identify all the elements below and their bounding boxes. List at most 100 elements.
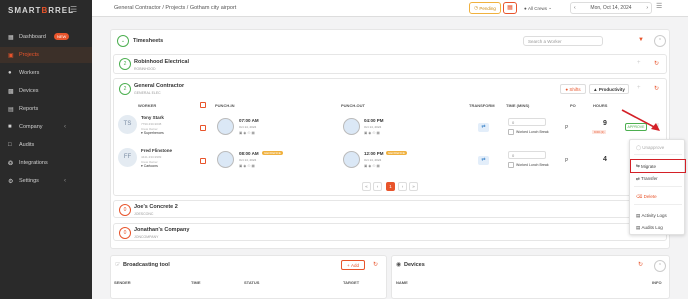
report-icon: ▤	[8, 106, 14, 113]
punch-out-photo[interactable]	[343, 151, 360, 168]
breadcrumb-item[interactable]: General Contractor	[114, 5, 161, 11]
company-row[interactable]: 0 Jonathan's Company JONCOMPANY	[113, 223, 667, 241]
worker-crew: ▾ Cartoons	[141, 164, 158, 168]
menu-item-activity-logs[interactable]: ▤ Activity Logs	[630, 210, 686, 221]
search-worker-input[interactable]: Search a Worker	[523, 36, 603, 46]
transform-icon: ⇄	[481, 157, 486, 163]
company-row[interactable]: 0 Joe's Concrete 2 JOESCONC	[113, 200, 667, 218]
menu-item-audits-log[interactable]: ▤ Audits Log	[630, 222, 686, 233]
pagination-prev[interactable]: «	[362, 182, 371, 191]
building-icon: ■	[8, 124, 12, 130]
punch-out-photo[interactable]	[343, 118, 360, 135]
hours-detail: 9:00 (1)	[592, 130, 607, 134]
time-input[interactable]: 0	[508, 151, 546, 159]
time-input[interactable]: 0	[508, 118, 546, 126]
worker-name[interactable]: Fred Flinstone	[141, 148, 172, 153]
lunch-checkbox[interactable]	[508, 129, 514, 135]
transform-button[interactable]: ⇄	[478, 156, 489, 165]
chevron-left-icon: ‹	[64, 124, 66, 130]
column-name: NAME	[396, 280, 408, 285]
refresh-icon[interactable]: ↻	[654, 85, 659, 92]
collapse-up-icon[interactable]: ⌃	[654, 260, 666, 272]
add-icon[interactable]: +	[637, 85, 641, 91]
divider	[634, 186, 682, 187]
sidebar-item-workers[interactable]: ● Workers	[0, 65, 92, 81]
company-section: 2 General Contractor GENERAL ELEC ● Shif…	[113, 78, 667, 196]
count-badge: 2	[119, 83, 131, 95]
punch-in-photo[interactable]	[217, 118, 234, 135]
refresh-icon[interactable]: ↻	[654, 60, 659, 67]
company-code: ROBINHOOD	[134, 67, 156, 71]
breadcrumb: General Contractor / Projects / Gotham c…	[114, 5, 237, 11]
sidebar-item-integrations[interactable]: ❂ Integrations	[0, 155, 92, 171]
sidebar-item-company[interactable]: ■ Company ‹	[0, 119, 92, 135]
refresh-icon[interactable]: ↻	[638, 261, 643, 268]
filter-icon[interactable]: ▼	[638, 37, 644, 43]
punch-in-photo[interactable]	[217, 151, 234, 168]
productivity-button[interactable]: ▲ Productivity	[589, 84, 629, 94]
pagination-prev-one[interactable]: ‹	[373, 182, 382, 191]
annotation-arrow	[621, 109, 660, 131]
breadcrumb-item[interactable]: Projects	[165, 5, 185, 11]
add-icon[interactable]: +	[637, 60, 641, 66]
refresh-icon[interactable]: ↻	[373, 261, 378, 268]
punch-in-time: 08:00 AM	[239, 151, 259, 156]
sidebar-item-projects[interactable]: ▣ Projects	[0, 47, 92, 63]
filter-icon[interactable]: ☰	[656, 2, 662, 10]
shifts-button[interactable]: ● Shifts	[560, 84, 586, 94]
calendar-button[interactable]: ▦	[503, 2, 517, 14]
devices-panel: ◉ Devices ↻ ⌃ NAME INFO	[391, 255, 670, 299]
column-info: INFO	[652, 280, 662, 285]
count-badge: 2	[119, 58, 131, 70]
count-badge: 0	[119, 227, 131, 239]
date-selector[interactable]: ‹ Mon, Oct 14, 2024 ›	[570, 2, 652, 14]
menu-item-transfer[interactable]: ⇄ Transfer	[630, 173, 686, 184]
pagination-next[interactable]: »	[409, 182, 418, 191]
lunch-label: Worked Lunch Break	[516, 163, 549, 167]
lunch-checkbox[interactable]	[508, 162, 514, 168]
collapse-icon[interactable]: ⌄	[117, 35, 129, 47]
menu-item-delete[interactable]: ⌫ Delete	[630, 191, 686, 202]
add-broadcast-button[interactable]: + Add	[341, 260, 365, 270]
worker-phone: 7790-330-9038	[141, 122, 162, 126]
device-icon: ◉	[396, 262, 402, 268]
next-day-icon[interactable]: ›	[646, 5, 648, 11]
sidebar-item-devices[interactable]: ▩ Devices	[0, 83, 92, 99]
row-checkbox[interactable]	[200, 158, 206, 164]
chevron-left-icon: ‹	[64, 178, 66, 184]
column-status: STATUS	[244, 280, 260, 285]
geofence-badge: GEOFENCE	[386, 151, 407, 155]
row-checkbox[interactable]	[200, 125, 206, 131]
count-badge: 0	[119, 204, 131, 216]
crews-select[interactable]: ● All Crews ⌄	[524, 3, 567, 13]
broadcast-title: Broadcasting tool	[123, 262, 170, 268]
punch-in-icons: ▣◉☉▦	[239, 131, 256, 135]
punch-in-date: Oct 14, 2024	[239, 158, 257, 162]
row-actions-menu: ◯ Unapprove ⇆ Migrate ⇄ Transfer ⌫ Delet…	[629, 139, 686, 235]
audit-icon: □	[8, 142, 12, 148]
grid-icon: ▦	[8, 34, 14, 41]
lunch-label: Worked Lunch Break	[516, 130, 549, 134]
pagination-next-one[interactable]: ›	[398, 182, 407, 191]
sidebar-item-settings[interactable]: ⚙ Settings ‹	[0, 173, 92, 189]
column-worker: WORKER	[138, 103, 157, 108]
collapse-up-icon[interactable]: ⌃	[654, 35, 666, 47]
timesheets-title: Timesheets	[133, 38, 164, 44]
sidebar-item-audits[interactable]: □ Audits	[0, 137, 92, 153]
company-code: JONCOMPANY	[134, 235, 159, 239]
select-all-checkbox[interactable]	[200, 102, 206, 108]
pending-button[interactable]: ◷ Pending	[469, 2, 501, 14]
menu-item-migrate[interactable]: ⇆ Migrate	[630, 159, 686, 173]
sidebar-item-reports[interactable]: ▤ Reports	[0, 101, 92, 117]
transform-button[interactable]: ⇄	[478, 123, 489, 132]
company-code: JOESCONC	[134, 212, 154, 216]
prev-day-icon[interactable]: ‹	[574, 5, 576, 11]
column-punch-out: PUNCH-OUT	[341, 103, 365, 108]
worker-name[interactable]: Tony Stark	[141, 115, 164, 120]
company-name: Jonathan's Company	[134, 227, 190, 233]
pagination-current[interactable]: 1	[386, 182, 395, 191]
sidebar-item-dashboard[interactable]: ▦ Dashboard NEW	[0, 29, 92, 45]
company-row[interactable]: 2 Robinhood Electrical ROBINHOOD + ↻	[113, 54, 667, 74]
menu-item-unapprove[interactable]: ◯ Unapprove	[630, 142, 686, 153]
collapse-sidebar-icon[interactable]: ☰	[70, 5, 77, 14]
